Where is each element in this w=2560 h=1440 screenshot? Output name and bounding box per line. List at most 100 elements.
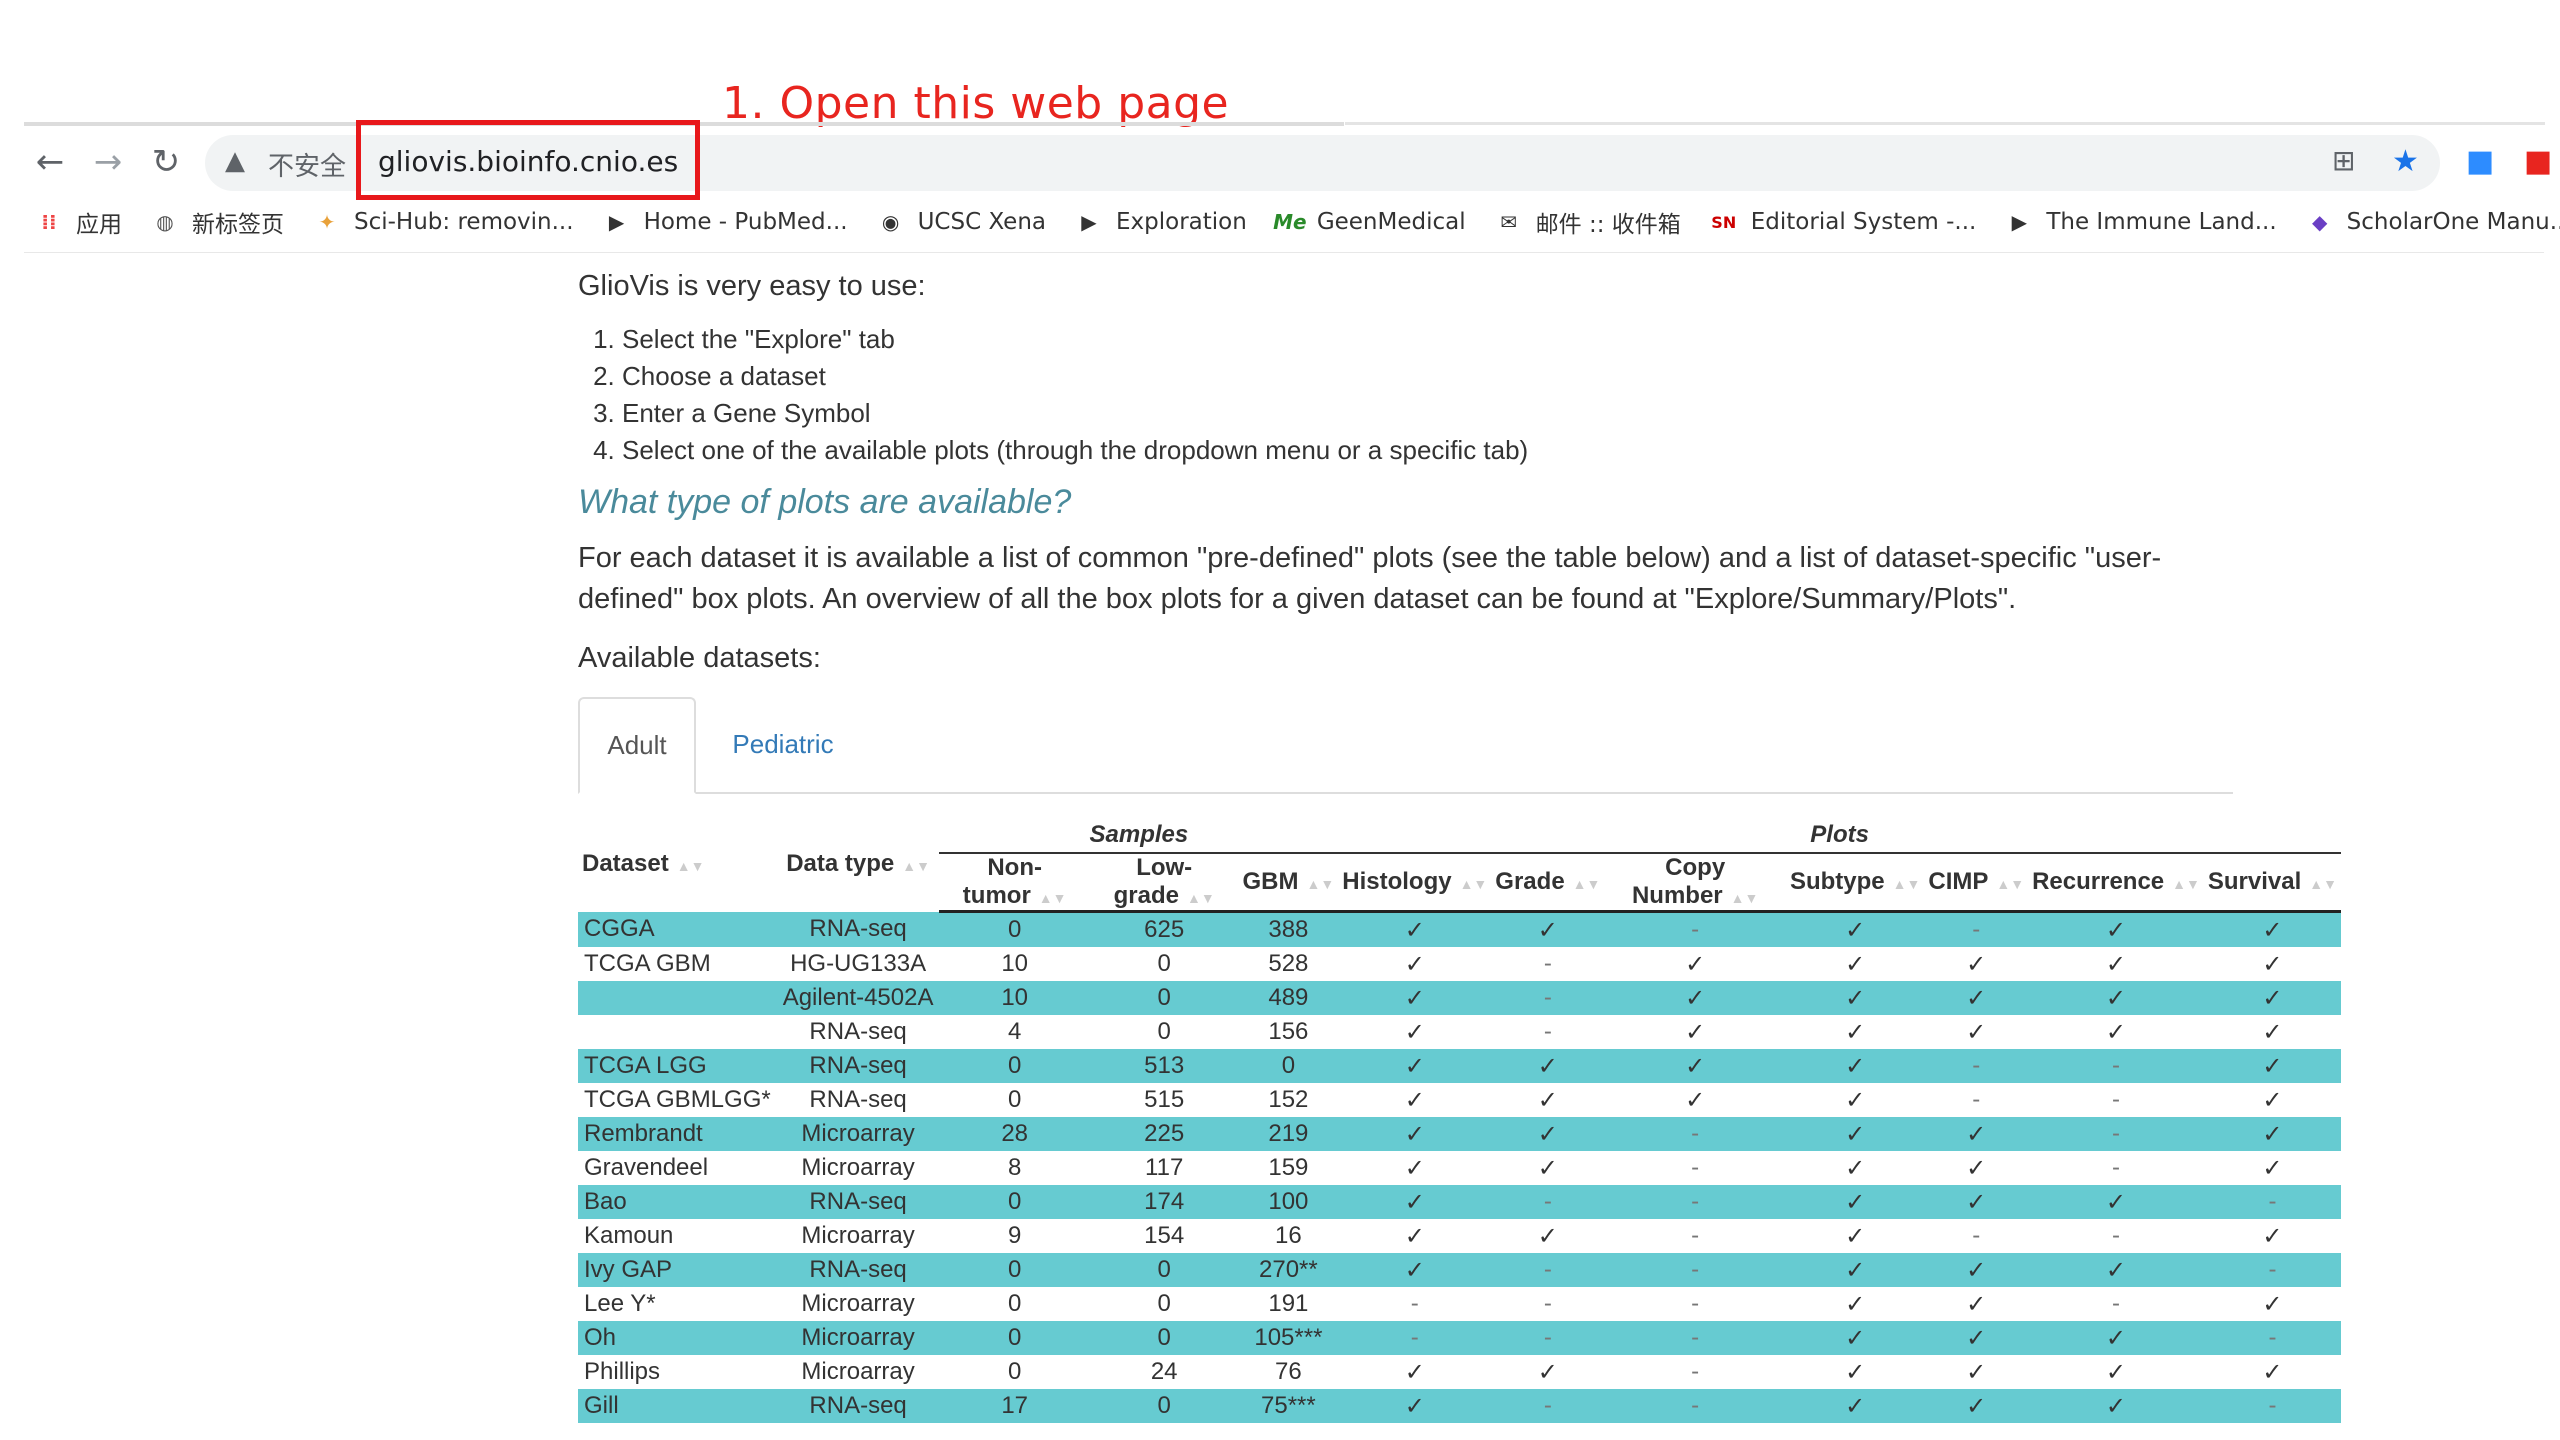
toolbar-divider <box>24 252 2544 253</box>
sn-icon: SN <box>1711 212 1737 232</box>
bookmark-star-icon[interactable]: ★ <box>2392 144 2419 179</box>
table-cell: - <box>2203 1389 2341 1423</box>
table-cell: ✓ <box>2105 1018 2127 1046</box>
column-header-survival[interactable]: Survival ▲▼ <box>2203 853 2341 913</box>
reload-icon[interactable]: ↻ <box>144 140 188 184</box>
table-cell: ✓ <box>2028 981 2204 1015</box>
table-cell: 0 <box>1157 1290 1171 1317</box>
table-cell: 0 <box>939 1321 1090 1355</box>
table-cell: ✓ <box>1604 1049 1786 1083</box>
bookmark-ucsc-xena[interactable]: ◉ UCSC Xena <box>878 209 1046 235</box>
bookmark-scihub[interactable]: ✦ Sci-Hub: removin... <box>314 209 574 235</box>
table-cell: ✓ <box>1785 1389 1925 1423</box>
raven-icon: ✦ <box>318 210 336 234</box>
table-row: TCGA GBM HG-UG133A 10 0 528 ✓ - ✓ ✓ ✓ ✓ ✓ <box>578 947 2341 981</box>
table-cell: 8 <box>1007 1154 1022 1181</box>
table-cell: 489 <box>1238 981 1339 1015</box>
table-cell: 225 <box>1089 1117 1239 1151</box>
table-cell: Microarray <box>776 1117 940 1151</box>
table-cell: 10 <box>1001 950 1029 977</box>
table-cell: ✓ <box>1924 1321 2029 1355</box>
table-cell: 156 <box>1268 1018 1309 1045</box>
table-cell: ✓ <box>1924 1117 2029 1151</box>
table-row: Oh Microarray 0 0 105*** - - - ✓ ✓ ✓ - <box>578 1321 2341 1355</box>
table-cell: ✓ <box>1785 911 1925 947</box>
not-secure-label[interactable]: 不安全 <box>268 146 346 183</box>
sort-icon: ▲▼ <box>902 858 930 875</box>
annotation-highlight-box <box>356 120 700 200</box>
column-header-subtype[interactable]: Subtype ▲▼ <box>1785 853 1925 913</box>
table-cell: - <box>1691 1290 1700 1317</box>
table-cell: 75*** <box>1238 1389 1339 1423</box>
table-cell: - <box>1491 1321 1605 1355</box>
table-cell: ✓ <box>1845 1290 1866 1318</box>
table-row: Phillips Microarray 0 24 76 ✓ ✓ - ✓ ✓ ✓ ✓ <box>578 1355 2341 1389</box>
table-cell: 152 <box>1268 1086 1309 1113</box>
bookmark-mail[interactable]: ✉ 邮件 :: 收件箱 <box>1496 205 1681 239</box>
table-cell: ✓ <box>1604 981 1786 1015</box>
extension-icon[interactable]: ■ <box>2524 144 2552 179</box>
table-cell: 0 <box>939 911 1090 947</box>
bookmark-label: Home - PubMed... <box>643 209 848 235</box>
table-cell: ✓ <box>1785 1049 1925 1083</box>
bookmark-label: 应用 <box>76 212 122 238</box>
column-header-gbm[interactable]: GBM ▲▼ <box>1238 853 1339 913</box>
bookmark-geenmedical[interactable]: Me GeenMedical <box>1273 209 1466 235</box>
bookmark-editorial[interactable]: SN Editorial System -... <box>1711 209 1976 235</box>
table-cell: TCGA GBMLGG* <box>584 1086 771 1113</box>
table-row: Kamoun Microarray 9 154 16 ✓ ✓ - ✓ - - ✓ <box>578 1219 2341 1253</box>
bookmark-scholarone[interactable]: ◆ ScholarOne Manu... <box>2307 209 2560 235</box>
table-cell: - <box>1924 911 2029 947</box>
warning-icon[interactable]: ▲ <box>225 146 245 176</box>
bookmark-label: The Immune Land... <box>2046 209 2277 235</box>
column-header-non-tumor[interactable]: Non-tumor ▲▼ <box>939 853 1090 913</box>
table-cell: 0 <box>1157 950 1171 977</box>
tab-pediatric[interactable]: Pediatric <box>718 697 848 792</box>
column-header-dataset[interactable]: Dataset ▲▼ <box>578 817 777 912</box>
tab-adult[interactable]: Adult <box>578 697 696 794</box>
table-cell: ✓ <box>1537 1154 1558 1182</box>
translate-icon[interactable]: ⊞ <box>2332 144 2355 177</box>
table-cell: ✓ <box>1785 1253 1925 1287</box>
column-header-low-grade[interactable]: Low-grade ▲▼ <box>1089 853 1239 913</box>
table-cell: ✓ <box>1537 1086 1558 1114</box>
table-cell: 0 <box>1238 1049 1339 1083</box>
table-cell: ✓ <box>2262 1018 2283 1046</box>
table-cell: ✓ <box>2262 1358 2283 1386</box>
sort-icon: ▲▼ <box>1572 876 1601 892</box>
table-cell: TCGA GBM <box>584 950 711 977</box>
table-cell: - <box>1491 1253 1605 1287</box>
column-header-grade[interactable]: Grade ▲▼ <box>1491 853 1605 913</box>
table-cell: ✓ <box>2105 1358 2127 1386</box>
table-cell: - <box>2111 1290 2120 1317</box>
table-body: CGGA RNA-seq 0 625 388 ✓ ✓ - ✓ - ✓ ✓ TCGA GBM HG-UG13… <box>578 911 2341 1423</box>
step-item: Choose a dataset <box>622 358 2338 395</box>
table-cell: - <box>2111 1086 2120 1113</box>
table-cell: Agilent-4502A <box>776 981 940 1015</box>
column-header-histology[interactable]: Histology ▲▼ <box>1338 853 1492 913</box>
table-cell: ✓ <box>2203 1049 2341 1083</box>
column-header-data-type[interactable]: Data type ▲▼ <box>777 817 940 912</box>
bookmark-new-tab[interactable]: ◍ 新标签页 <box>152 205 284 239</box>
table-cell: RNA-seq <box>776 1185 940 1219</box>
bookmark-immune-landscape[interactable]: ▶ The Immune Land... <box>2006 209 2277 235</box>
sort-icon: ▲▼ <box>1187 890 1215 906</box>
scholarone-icon: ◆ <box>2311 210 2328 234</box>
table-cell: ✓ <box>1491 1117 1605 1151</box>
bookmark-exploration[interactable]: ▶ Exploration <box>1076 209 1247 235</box>
table-cell: Ivy GAP <box>578 1253 777 1287</box>
column-header-recurrence[interactable]: Recurrence ▲▼ <box>2028 853 2204 913</box>
bookmark-pubmed[interactable]: ▶ Home - PubMed... <box>604 209 848 235</box>
back-icon[interactable]: ← <box>28 140 72 184</box>
forward-icon[interactable]: → <box>86 140 130 184</box>
bookmark-apps[interactable]: ⁞⁞ 应用 <box>36 205 122 239</box>
zoom-extension-icon[interactable]: ■ <box>2466 144 2494 179</box>
table-cell: - <box>1604 1389 1786 1423</box>
table-cell: 0 <box>939 1185 1090 1219</box>
table-cell: Gravendeel <box>584 1154 709 1181</box>
table-cell: 515 <box>1144 1086 1185 1113</box>
column-header-cimp[interactable]: CIMP ▲▼ <box>1924 853 2029 913</box>
table-cell: - <box>1543 1290 1552 1317</box>
column-header-copy-number[interactable]: Copy Number ▲▼ <box>1604 853 1786 913</box>
sort-icon: ▲▼ <box>676 858 705 875</box>
